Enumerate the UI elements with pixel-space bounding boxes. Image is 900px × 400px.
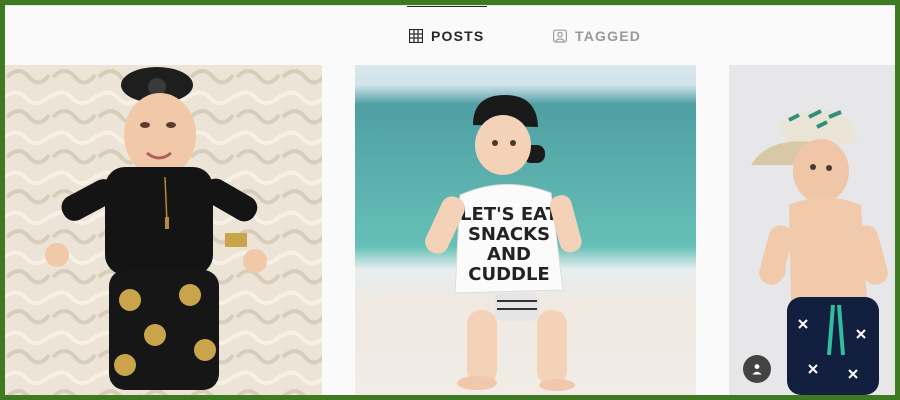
shirt-text-line: AND (487, 244, 531, 265)
grid-icon (409, 29, 423, 43)
active-tab-indicator (407, 6, 487, 7)
post-thumbnail[interactable] (729, 65, 895, 395)
post-thumbnail[interactable] (5, 65, 322, 395)
shirt-text-line: SNACKS (468, 224, 550, 245)
post-image (5, 65, 322, 395)
tag-person-icon (553, 29, 567, 43)
tab-posts-label: POSTS (431, 28, 485, 44)
tab-tagged-label: TAGGED (575, 28, 642, 44)
post-image (729, 65, 895, 395)
post-thumbnail[interactable]: LET'S EAT SNACKS AND CUDDLE (355, 65, 696, 395)
profile-tabs: POSTS TAGGED (5, 5, 895, 66)
tab-tagged[interactable]: TAGGED (553, 28, 641, 44)
post-image: LET'S EAT SNACKS AND CUDDLE (355, 65, 696, 395)
profile-content: POSTS TAGGED LET'S EAT SNACKS AND CUDDLE (5, 5, 895, 395)
shirt-text-line: LET'S EAT (460, 204, 559, 225)
tagged-user-icon[interactable] (743, 355, 771, 383)
tab-posts[interactable]: POSTS (409, 28, 484, 44)
shirt-text-line: CUDDLE (468, 264, 549, 285)
